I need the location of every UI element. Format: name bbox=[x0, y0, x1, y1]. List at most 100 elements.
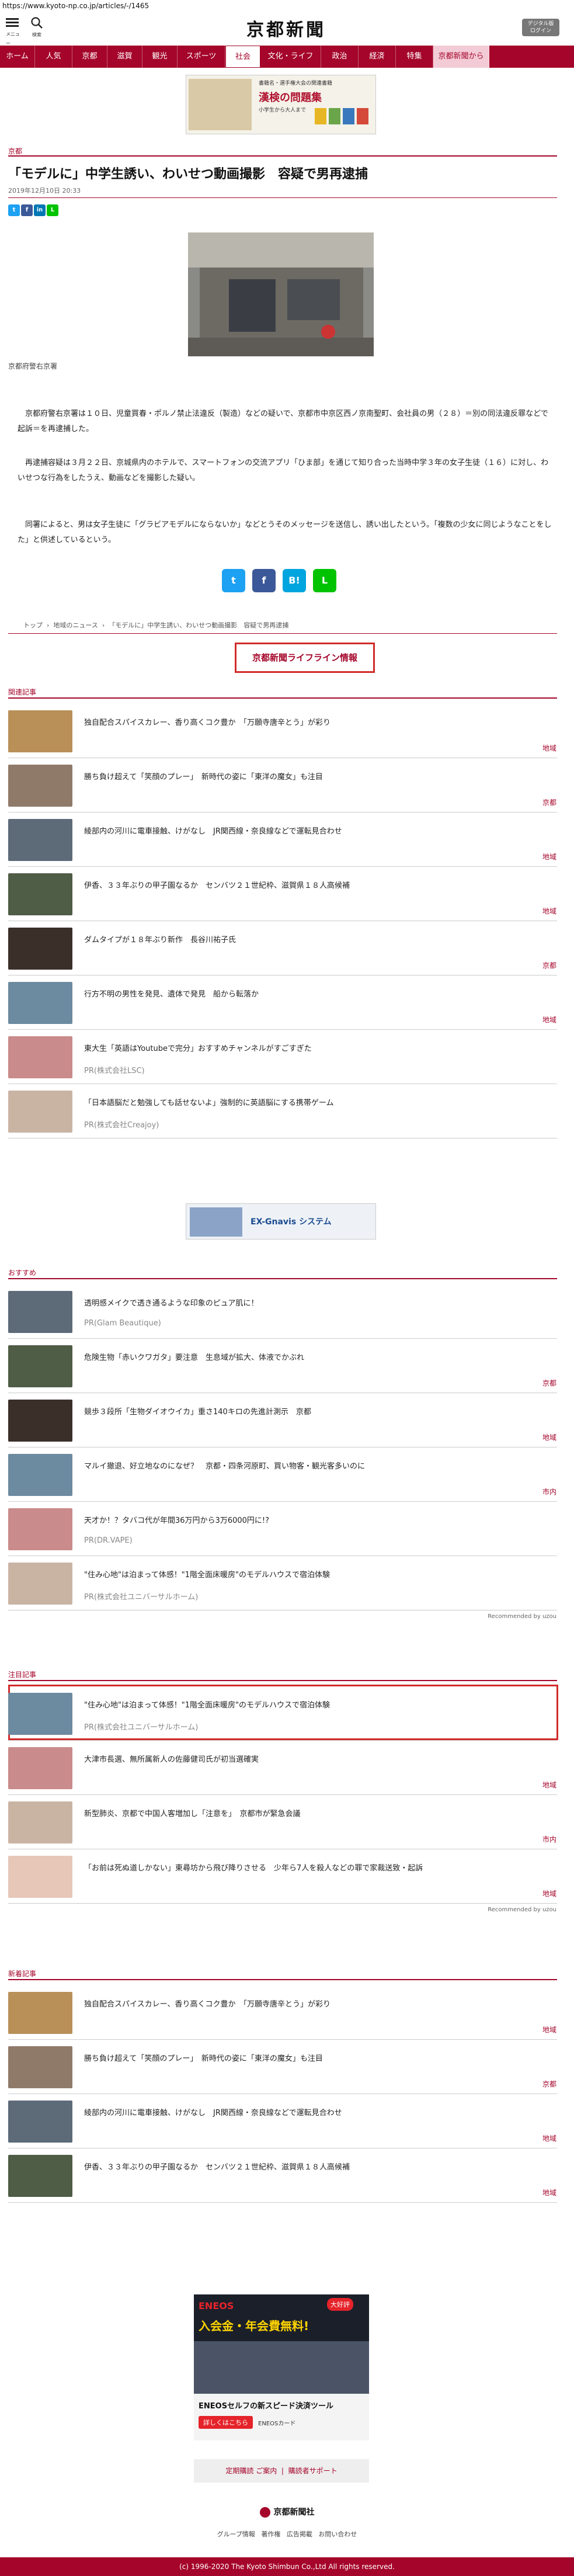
ad-banner-exgnavis[interactable]: EX-Gnavis システム bbox=[186, 1203, 376, 1240]
related-title-5[interactable]: 行方不明の男性を発見、遺体で発見 船から転落か bbox=[84, 988, 551, 999]
related-cat-5[interactable]: 地域 bbox=[542, 1015, 556, 1025]
search-button[interactable]: 検索 bbox=[28, 16, 46, 37]
shinchaku-thumb-2[interactable] bbox=[8, 2101, 72, 2143]
osusume-pr-5[interactable]: PR(株式会社ユニバーサルホーム) bbox=[84, 1591, 198, 1602]
related-cat-3[interactable]: 地域 bbox=[542, 906, 556, 916]
related-cat-0[interactable]: 地域 bbox=[542, 743, 556, 753]
chumoku-thumb-1[interactable] bbox=[8, 1747, 72, 1789]
lifeline-button[interactable]: 京都新聞ライフライン情報 bbox=[235, 643, 375, 673]
footer-link-group[interactable]: グループ情報 bbox=[217, 2530, 255, 2538]
site-logo[interactable]: 京都新聞 bbox=[210, 15, 362, 40]
shinchaku-cat-0[interactable]: 地域 bbox=[542, 2025, 556, 2035]
related-title-3[interactable]: 伊香、３３年ぶりの甲子園なるか センバツ２１世紀枠、滋賀県１８人高候補 bbox=[84, 879, 551, 890]
related-cat-4[interactable]: 京都 bbox=[542, 960, 556, 970]
breadcrumb-item-local[interactable]: 地域のニュース bbox=[53, 622, 98, 629]
breadcrumb-item-top[interactable]: トップ bbox=[23, 622, 43, 629]
article-category[interactable]: 京都 bbox=[8, 146, 22, 156]
shinchaku-title-0[interactable]: 独自配合スパイスカレー、香り高くコク豊か 「万願寺唐辛とう」が彩り bbox=[84, 1998, 551, 2009]
osusume-thumb-1[interactable] bbox=[8, 1345, 72, 1387]
footer-link-ads[interactable]: 広告掲載 bbox=[287, 2530, 312, 2538]
shinchaku-cat-2[interactable]: 地域 bbox=[542, 2133, 556, 2143]
chumoku-thumb-3[interactable] bbox=[8, 1856, 72, 1898]
osusume-title-0[interactable]: 透明感メイクで透き通るような印象のピュア肌に！ bbox=[84, 1297, 551, 1308]
shinchaku-thumb-0[interactable] bbox=[8, 1992, 72, 2034]
related-cat-1[interactable]: 京都 bbox=[542, 797, 556, 807]
shinchaku-thumb-3[interactable] bbox=[8, 2155, 72, 2197]
chumoku-thumb-0[interactable] bbox=[8, 1693, 72, 1735]
related-pr-6[interactable]: PR(株式会社LSC) bbox=[84, 1064, 145, 1075]
osusume-title-3[interactable]: マルイ撤退、好立地なのになぜ？ 京都・四条河原町、買い物客・観光客多いのに bbox=[84, 1460, 551, 1471]
nav-item-6[interactable]: 社会 bbox=[225, 46, 260, 68]
chumoku-cat-2[interactable]: 市内 bbox=[542, 1834, 556, 1844]
line-share-small-icon[interactable]: L bbox=[47, 204, 58, 216]
related-title-7[interactable]: 「日本語脳だと勉強しても話せないよ」強制的に英語脳にする携帯ゲーム bbox=[84, 1096, 551, 1108]
shinchaku-thumb-1[interactable] bbox=[8, 2046, 72, 2088]
nav-item-9[interactable]: 経済 bbox=[359, 46, 396, 68]
ad-banner-eneos[interactable]: ENEOS 大好評 入会金・年会費無料! ENEOSセルフの新スピード決済ツール… bbox=[194, 2294, 369, 2440]
osusume-cat-3[interactable]: 市内 bbox=[542, 1487, 556, 1497]
footer-link-copyright[interactable]: 著作権 bbox=[261, 2530, 280, 2538]
chumoku-title-3[interactable]: 「お前は死ぬ道しかない」東尋坊から飛び降りさせる 少年ら7人を殺人などの罪で家裁… bbox=[84, 1862, 551, 1873]
shinchaku-title-1[interactable]: 勝ち負け超えて「笑顔のプレー」 新時代の姿に「東洋の魔女」も注目 bbox=[84, 2052, 551, 2063]
support-link[interactable]: 購読者サポート bbox=[288, 2467, 338, 2475]
osusume-title-4[interactable]: 天才か！？タバコ代が年間36万円から3万6000円に!? bbox=[84, 1514, 551, 1525]
chumoku-thumb-2[interactable] bbox=[8, 1801, 72, 1844]
osusume-thumb-5[interactable] bbox=[8, 1563, 72, 1605]
chumoku-title-0[interactable]: "住み心地"は泊まって体感！"1階全面床暖房"のモデルハウスで宿泊体験 bbox=[84, 1699, 551, 1710]
related-thumb-7[interactable] bbox=[8, 1091, 72, 1133]
osusume-thumb-2[interactable] bbox=[8, 1400, 72, 1442]
shinchaku-cat-1[interactable]: 京都 bbox=[542, 2079, 556, 2089]
ad-banner-kanken[interactable]: 書籍名・選手権大会の関連書籍 漢検の問題集 小学生から大人まで bbox=[186, 75, 376, 134]
subscription-link[interactable]: 定期購読 ご案内 bbox=[225, 2467, 277, 2475]
nav-item-3[interactable]: 滋賀 bbox=[107, 46, 142, 68]
digital-login-button[interactable]: デジタル版 ログイン bbox=[522, 19, 559, 36]
osusume-thumb-0[interactable] bbox=[8, 1291, 72, 1333]
twitter-share-icon[interactable]: t bbox=[222, 569, 245, 592]
related-thumb-6[interactable] bbox=[8, 1036, 72, 1078]
facebook-share-icon[interactable]: f bbox=[252, 569, 276, 592]
related-thumb-4[interactable] bbox=[8, 928, 72, 970]
shinchaku-title-3[interactable]: 伊香、３３年ぶりの甲子園なるか センバツ２１世紀枠、滋賀県１８人高候補 bbox=[84, 2161, 551, 2172]
osusume-pr-0[interactable]: PR(Glam Beautique) bbox=[84, 1319, 161, 1328]
related-cat-2[interactable]: 地域 bbox=[542, 852, 556, 862]
twitter-share-small-icon[interactable]: t bbox=[8, 204, 20, 216]
related-thumb-3[interactable] bbox=[8, 873, 72, 915]
chumoku-title-1[interactable]: 大津市長選、無所属新人の佐藤健司氏が初当選確実 bbox=[84, 1753, 551, 1764]
footer-logo[interactable]: 京都新聞社 bbox=[0, 2506, 574, 2518]
osusume-title-5[interactable]: "住み心地"は泊まって体感！"1階全面床暖房"のモデルハウスで宿泊体験 bbox=[84, 1568, 551, 1579]
chumoku-cat-1[interactable]: 地域 bbox=[542, 1780, 556, 1790]
osusume-pr-4[interactable]: PR(DR.VAPE) bbox=[84, 1536, 133, 1545]
nav-item-8[interactable]: 政治 bbox=[321, 46, 359, 68]
hatena-share-icon[interactable]: B! bbox=[283, 569, 306, 592]
osusume-thumb-4[interactable] bbox=[8, 1508, 72, 1550]
nav-item-2[interactable]: 京都 bbox=[72, 46, 107, 68]
line-share-icon[interactable]: L bbox=[313, 569, 336, 592]
related-thumb-2[interactable] bbox=[8, 819, 72, 861]
related-title-4[interactable]: ダムタイプが１８年ぶり新作 長谷川祐子氏 bbox=[84, 933, 551, 945]
footer-link-contact[interactable]: お問い合わせ bbox=[318, 2530, 357, 2538]
nav-item-11[interactable]: 京都新聞から bbox=[433, 46, 489, 68]
related-title-6[interactable]: 東大生「英語はYoutubeで完分」おすすめチャンネルがすごすぎた bbox=[84, 1042, 551, 1053]
chumoku-cat-3[interactable]: 地域 bbox=[542, 1888, 556, 1898]
nav-item-5[interactable]: スポーツ bbox=[178, 46, 225, 68]
osusume-cat-2[interactable]: 地域 bbox=[542, 1432, 556, 1442]
nav-item-10[interactable]: 特集 bbox=[396, 46, 433, 68]
osusume-title-1[interactable]: 危険生物「赤いクワガタ」要注意 生息域が拡大、体液でかぶれ bbox=[84, 1351, 551, 1362]
related-thumb-0[interactable] bbox=[8, 710, 72, 752]
nav-item-7[interactable]: 文化・ライフ bbox=[260, 46, 321, 68]
osusume-cat-1[interactable]: 京都 bbox=[542, 1378, 556, 1388]
linkedin-share-small-icon[interactable]: in bbox=[34, 204, 46, 216]
chumoku-title-2[interactable]: 新型肺炎、京都で中国人客増加し「注意を」 京都市が緊急会議 bbox=[84, 1807, 551, 1818]
facebook-share-small-icon[interactable]: f bbox=[21, 204, 33, 216]
nav-item-1[interactable]: 人気 bbox=[35, 46, 72, 68]
shinchaku-cat-3[interactable]: 地域 bbox=[542, 2188, 556, 2197]
related-thumb-5[interactable] bbox=[8, 982, 72, 1024]
chumoku-pr-0[interactable]: PR(株式会社ユニバーサルホーム) bbox=[84, 1721, 198, 1732]
related-title-1[interactable]: 勝ち負け超えて「笑顔のプレー」 新時代の姿に「東洋の魔女」も注目 bbox=[84, 770, 551, 782]
nav-item-4[interactable]: 観光 bbox=[142, 46, 178, 68]
related-title-2[interactable]: 綾部内の河川に電車接触、けがなし JR関西線・奈良線などで運転見合わせ bbox=[84, 825, 551, 836]
related-pr-7[interactable]: PR(株式会社Creajoy) bbox=[84, 1119, 159, 1130]
osusume-thumb-3[interactable] bbox=[8, 1454, 72, 1496]
related-thumb-1[interactable] bbox=[8, 765, 72, 807]
nav-item-0[interactable]: ホーム bbox=[0, 46, 35, 68]
